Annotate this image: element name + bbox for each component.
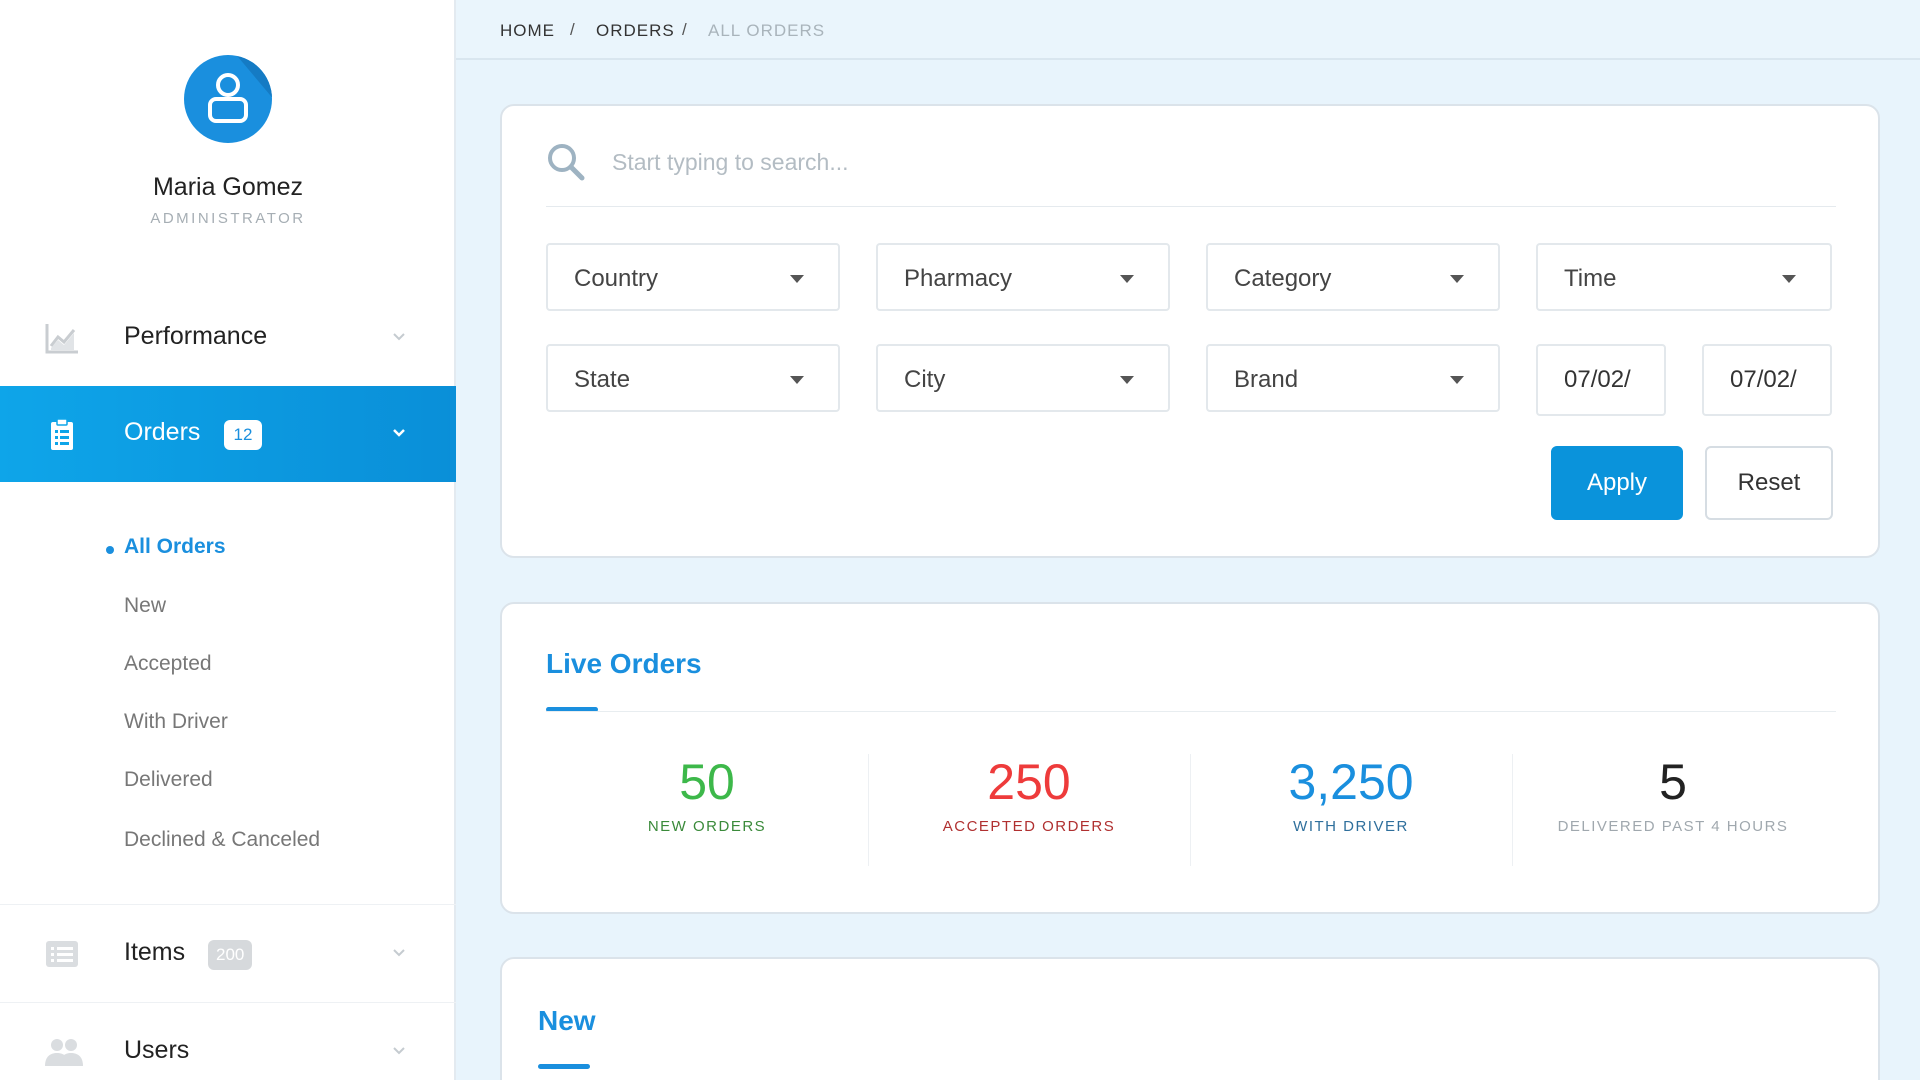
chevron-down-icon[interactable] [392, 1044, 406, 1058]
pharmacy-select[interactable]: Pharmacy [876, 243, 1170, 311]
divider [0, 904, 456, 905]
stat-value: 5 [1659, 754, 1687, 810]
stat-value: 50 [679, 754, 735, 810]
caret-down-icon [790, 275, 804, 283]
list-icon [46, 941, 78, 967]
new-orders-card: New [500, 957, 1880, 1080]
line-chart-icon [45, 324, 78, 354]
profile-role: ADMINISTRATOR [150, 210, 306, 227]
section-divider [546, 711, 1836, 712]
category-select-label: Category [1234, 265, 1332, 292]
breadcrumb-current: ALL ORDERS [708, 21, 826, 40]
submenu-all-orders[interactable]: All Orders [124, 535, 226, 559]
submenu-delivered[interactable]: Delivered [124, 768, 213, 792]
stat-with-driver[interactable]: 3,250 WITH DRIVER [1190, 754, 1512, 864]
breadcrumb: HOME / ORDERS / ALL ORDERS [456, 0, 1920, 60]
filters-card: Country Pharmacy Category Time State Cit… [500, 104, 1880, 558]
nav-item-users[interactable]: Users [0, 1004, 456, 1080]
submenu-declined-canceled[interactable]: Declined & Canceled [124, 828, 320, 852]
stat-new-orders[interactable]: 50 NEW ORDERS [546, 754, 868, 864]
stat-accepted-orders[interactable]: 250 ACCEPTED ORDERS [868, 754, 1190, 864]
pharmacy-select-label: Pharmacy [904, 265, 1013, 292]
chevron-down-icon[interactable] [392, 426, 406, 440]
caret-down-icon [1450, 376, 1464, 384]
live-orders-card: Live Orders 50 NEW ORDERS 250 ACCEPTED O… [500, 602, 1880, 914]
time-select[interactable]: Time [1536, 243, 1832, 311]
nav-item-items[interactable]: Items 200 [0, 906, 456, 1002]
nav-label-performance: Performance [124, 322, 268, 350]
time-select-label: Time [1564, 265, 1617, 292]
stat-value: 250 [987, 754, 1071, 810]
avatar[interactable] [184, 55, 272, 143]
caret-down-icon [1450, 275, 1464, 283]
nav-item-performance[interactable]: Performance [0, 290, 456, 386]
caret-down-icon [790, 376, 804, 384]
user-icon [208, 73, 248, 123]
chevron-down-icon[interactable] [392, 330, 406, 344]
users-icon [45, 1039, 83, 1066]
breadcrumb-separator: / [682, 20, 687, 39]
search-icon [548, 144, 585, 181]
country-select-label: Country [574, 265, 659, 292]
reset-button[interactable]: Reset [1705, 446, 1833, 520]
nav-item-orders[interactable]: Orders 12 [0, 386, 456, 482]
brand-select-label: Brand [1234, 366, 1299, 393]
tab-underline [538, 1064, 590, 1069]
state-select[interactable]: State [546, 344, 840, 412]
nav-label-items: Items [124, 938, 186, 966]
date-from-input[interactable] [1536, 344, 1666, 416]
live-orders-title: Live Orders [546, 648, 702, 679]
brand-select[interactable]: Brand [1206, 344, 1500, 412]
submenu-with-driver[interactable]: With Driver [124, 710, 228, 734]
submenu-new[interactable]: New [124, 594, 166, 618]
state-select-label: State [574, 366, 631, 393]
caret-down-icon [1782, 275, 1796, 283]
date-to-input[interactable] [1702, 344, 1832, 416]
profile-name: Maria Gomez [152, 173, 304, 201]
stat-label: ACCEPTED ORDERS [942, 818, 1116, 835]
new-section-title: New [538, 1005, 596, 1036]
stat-delivered-past-4-hours[interactable]: 5 DELIVERED PAST 4 HOURS [1512, 754, 1834, 864]
caret-down-icon [1120, 376, 1134, 384]
sidebar: Maria Gomez ADMINISTRATOR Performance Or… [0, 0, 456, 1080]
breadcrumb-separator: / [570, 20, 575, 39]
submenu-accepted[interactable]: Accepted [124, 652, 212, 676]
breadcrumb-orders[interactable]: ORDERS [596, 21, 675, 41]
breadcrumb-home[interactable]: HOME [500, 21, 555, 41]
search-divider [546, 206, 1836, 207]
category-select[interactable]: Category [1206, 243, 1500, 311]
city-select-label: City [904, 366, 946, 393]
items-count-badge: 200 [208, 940, 253, 970]
divider [0, 1002, 456, 1003]
nav-label-users: Users [124, 1036, 190, 1064]
profile: Maria Gomez ADMINISTRATOR [0, 0, 456, 290]
stat-label: WITH DRIVER [1293, 818, 1409, 835]
active-dot [106, 546, 114, 554]
search-input[interactable] [612, 140, 1812, 184]
caret-down-icon [1120, 275, 1134, 283]
stat-label: DELIVERED PAST 4 HOURS [1557, 818, 1789, 835]
chevron-down-icon[interactable] [392, 946, 406, 960]
stat-label: NEW ORDERS [647, 818, 767, 835]
stat-value: 3,250 [1288, 754, 1414, 810]
apply-button[interactable]: Apply [1551, 446, 1683, 520]
clipboard-icon [51, 418, 73, 450]
orders-count-badge: 12 [224, 420, 262, 450]
nav-label-orders: Orders [124, 418, 201, 446]
country-select[interactable]: Country [546, 243, 840, 311]
city-select[interactable]: City [876, 344, 1170, 412]
